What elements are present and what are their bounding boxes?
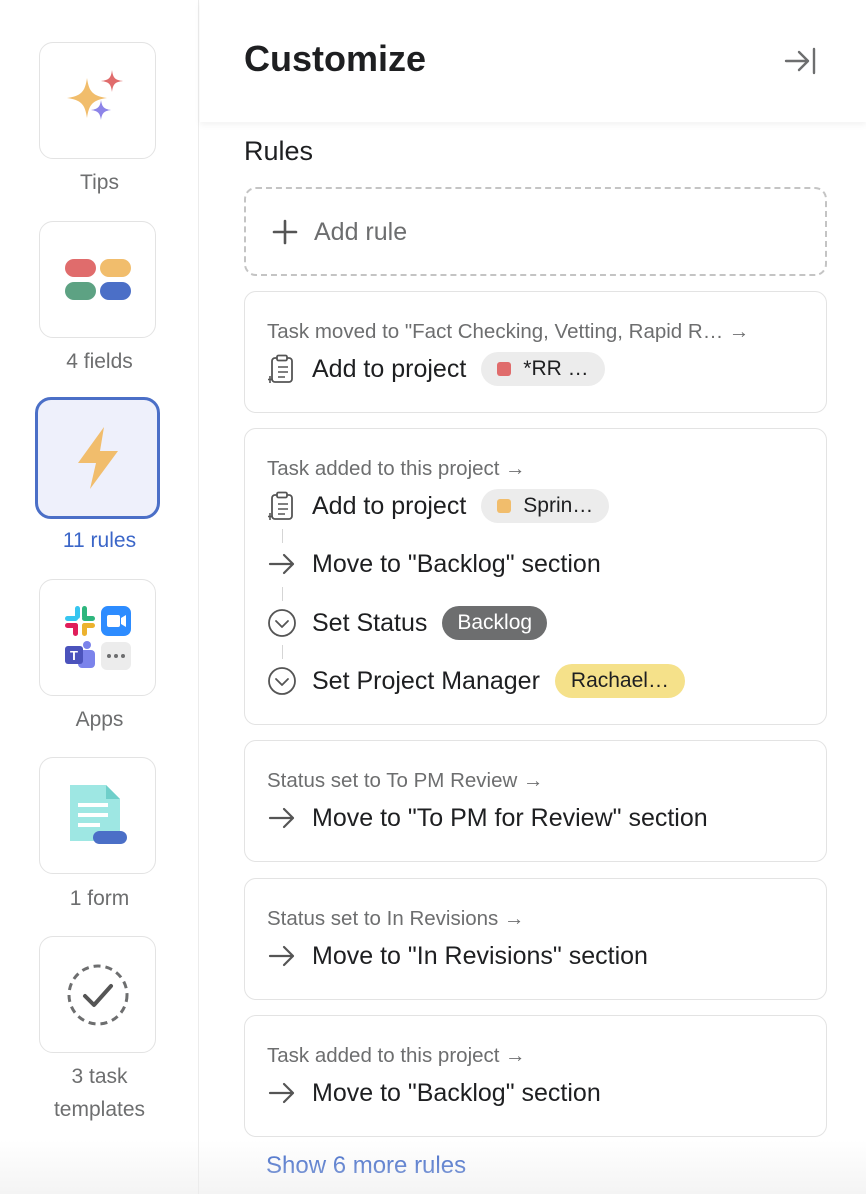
- plus-icon: [272, 219, 298, 245]
- arrow-right-icon: →: [505, 1044, 526, 1067]
- rail-label-apps: Apps: [75, 708, 124, 731]
- rail-label-tips: Tips: [80, 171, 119, 194]
- rail-item-fields[interactable]: 4 fields: [0, 200, 199, 380]
- rail-item-apps[interactable]: T Apps: [0, 560, 199, 740]
- rule-trigger-text: Status set to In Revisions: [267, 907, 499, 930]
- sparkles-icon: [40, 43, 155, 158]
- rule-trigger: Task added to this project →: [267, 457, 526, 481]
- rule-trigger-text: Task moved to "Fact Checking, Vetting, R…: [267, 320, 724, 343]
- apps-grid-icon: T: [40, 580, 155, 695]
- person-chip: Rachael…: [554, 664, 685, 698]
- rule-action-label: Move to "In Revisions" section: [312, 941, 648, 970]
- fields-icon: [40, 222, 155, 337]
- customize-rail: Tips 4 fields 11 rules T Apps 1 form 3 t…: [0, 0, 199, 1194]
- rule-trigger-text: Status set to To PM Review: [267, 769, 518, 792]
- rail-label-rules: 11 rules: [62, 529, 137, 552]
- rule-action: Move to "Backlog" section: [267, 1074, 601, 1112]
- task-template-icon: [40, 937, 155, 1052]
- arrow-right-icon: →: [504, 907, 525, 930]
- action-connector: [282, 529, 283, 543]
- action-connector: [282, 587, 283, 601]
- collapse-panel-button[interactable]: [782, 44, 818, 80]
- project-chip: *RR …: [481, 352, 605, 386]
- slack-icon: [64, 605, 95, 636]
- arrow-right-icon: →: [728, 320, 750, 343]
- task-template-tile[interactable]: [39, 936, 156, 1053]
- add-rule-button[interactable]: Add rule: [244, 187, 827, 276]
- rule-card[interactable]: Task added to this project → Add to proj…: [244, 428, 827, 725]
- rule-action: Set Status Backlog: [267, 604, 548, 642]
- svg-text:T: T: [70, 648, 78, 663]
- arrow-right-icon: →: [505, 457, 526, 480]
- rule-action: Move to "Backlog" section: [267, 545, 601, 583]
- rule-action: Move to "In Revisions" section: [267, 937, 648, 975]
- rule-action: Move to "To PM for Review" section: [267, 799, 708, 837]
- collapse-panel-icon: [784, 47, 816, 75]
- rail-item-forms[interactable]: 1 form: [0, 740, 199, 920]
- rail-item-tips[interactable]: Tips: [0, 0, 199, 200]
- clipboard-add-icon: [267, 491, 297, 521]
- rule-trigger: Status set to In Revisions →: [267, 907, 525, 931]
- rule-card[interactable]: Status set to To PM Review → Move to "To…: [244, 740, 827, 862]
- rule-action: Add to project *RR …: [267, 350, 605, 388]
- rule-action-label: Add to project: [312, 354, 467, 383]
- rule-trigger: Task added to this project →: [267, 1044, 526, 1068]
- project-color-dot: [497, 499, 512, 513]
- rule-trigger: Task moved to "Fact Checking, Vetting, R…: [267, 320, 749, 344]
- project-chip-label: Sprin…: [523, 494, 594, 517]
- dropdown-circle-icon: [267, 608, 297, 638]
- rule-card[interactable]: Task added to this project → Move to "Ba…: [244, 1015, 827, 1137]
- project-color-dot: [497, 362, 512, 376]
- page-title: Customize: [244, 38, 427, 79]
- arrow-right-icon: [267, 941, 297, 971]
- add-rule-label: Add rule: [314, 218, 408, 246]
- apps-tile[interactable]: T: [39, 579, 156, 696]
- rule-trigger: Status set to To PM Review →: [267, 769, 544, 793]
- rule-trigger-text: Task added to this project: [267, 1044, 500, 1067]
- arrow-right-icon: [267, 1078, 297, 1108]
- form-icon: [40, 758, 155, 873]
- rail-label-task-templates-line2: templates: [53, 1098, 146, 1121]
- rule-card[interactable]: Status set to In Revisions → Move to "In…: [244, 878, 827, 1000]
- arrow-right-icon: [267, 549, 297, 579]
- show-more-rules-link[interactable]: Show 6 more rules: [266, 1152, 466, 1180]
- rail-item-rules[interactable]: 11 rules: [0, 380, 199, 560]
- rail-item-task-templates[interactable]: 3 task templates: [0, 920, 199, 1140]
- rule-trigger-text: Task added to this project: [267, 457, 500, 480]
- rules-section-title: Rules: [244, 136, 314, 166]
- tips-tile[interactable]: [39, 42, 156, 159]
- rail-label-task-templates-line1: 3 task: [71, 1065, 128, 1088]
- project-chip-label: *RR …: [523, 357, 589, 380]
- dropdown-circle-icon: [267, 666, 297, 696]
- rule-action: Add to project Sprin…: [267, 487, 610, 525]
- project-chip: Sprin…: [481, 489, 610, 523]
- lightning-icon: [38, 400, 157, 516]
- status-chip: Backlog: [442, 606, 548, 640]
- rule-card[interactable]: Task moved to "Fact Checking, Vetting, R…: [244, 291, 827, 413]
- rule-action-label: Move to "Backlog" section: [312, 1078, 601, 1107]
- rail-label-forms: 1 form: [69, 887, 130, 910]
- rule-action-label: Move to "To PM for Review" section: [312, 803, 708, 832]
- form-tile[interactable]: [39, 757, 156, 874]
- arrow-right-icon: [267, 803, 297, 833]
- fields-tile[interactable]: [39, 221, 156, 338]
- rule-action-label: Move to "Backlog" section: [312, 549, 601, 578]
- clipboard-add-icon: [267, 354, 297, 384]
- rule-action-label: Add to project: [312, 491, 467, 520]
- rule-action-label: Set Status: [312, 608, 428, 637]
- rail-label-fields: 4 fields: [66, 350, 133, 373]
- customize-header: Customize: [200, 0, 866, 122]
- rules-tile[interactable]: [35, 397, 160, 519]
- rule-action-label: Set Project Manager: [312, 666, 540, 695]
- arrow-right-icon: →: [523, 769, 544, 792]
- rule-action: Set Project Manager Rachael…: [267, 662, 685, 700]
- action-connector: [282, 645, 283, 659]
